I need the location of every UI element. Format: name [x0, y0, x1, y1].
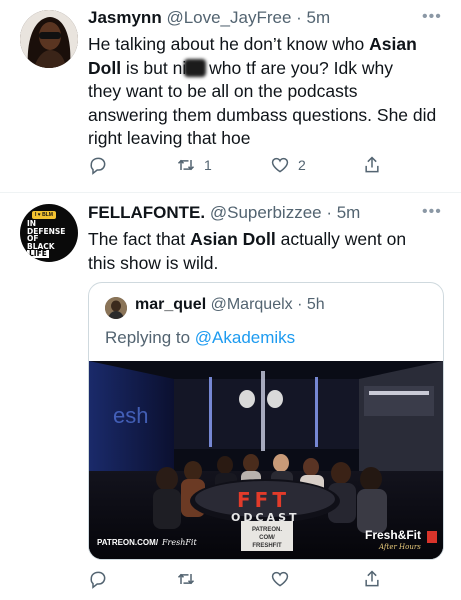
sign-line-3: FRESHFIT — [252, 543, 282, 549]
censor-scribble — [184, 58, 207, 77]
display-name[interactable]: Jasmynn — [88, 8, 162, 27]
avatar[interactable]: I ♥ BLM IN DEFENSE OF BLACK LIFE — [20, 204, 78, 262]
timestamp[interactable]: 5m — [307, 8, 331, 27]
wall-logo-text: esh — [113, 403, 148, 428]
separator-dot: · — [291, 8, 307, 27]
reply-icon — [90, 157, 106, 175]
display-name[interactable]: FELLAFONTE. — [88, 203, 205, 222]
handle[interactable]: @Love_JayFree — [166, 8, 291, 27]
share-icon — [365, 570, 379, 587]
retweet-button[interactable]: 1 — [176, 153, 212, 177]
quote-header: mar_quel @Marquelx · 5h — [135, 296, 325, 314]
show-logo-sub: After Hours — [378, 543, 421, 551]
like-button[interactable]: 2 — [270, 153, 306, 177]
table-logo: FFT — [237, 488, 290, 512]
separator-dot: · — [321, 203, 337, 222]
quote-avatar[interactable] — [105, 297, 127, 319]
retweet-count: 1 — [204, 157, 212, 173]
avatar-text: IN DEFENSE OF BLACK LIFE — [27, 219, 66, 259]
heart-icon — [271, 571, 289, 587]
timestamp[interactable]: 5m — [337, 203, 361, 222]
sign-line-1: PATREON. — [252, 527, 282, 533]
tweet-actions: 1 2 — [88, 153, 418, 177]
avatar-badge: I ♥ BLM — [32, 211, 56, 219]
retweet-icon — [177, 159, 195, 171]
like-count: 2 — [298, 157, 306, 173]
reply-button[interactable] — [88, 567, 108, 591]
handle[interactable]: @Superbizzee — [210, 203, 322, 222]
podcast-studio-scene: esh FFT ODCAST PATREON. COM/ FRESHFIT PA… — [89, 361, 443, 559]
tweet-header: FELLAFONTE. @Superbizzee · 5m — [88, 203, 360, 223]
more-options-icon[interactable]: ••• — [422, 203, 442, 221]
replying-to: Replying to @Akademiks — [105, 328, 296, 347]
video-thumbnail[interactable]: esh FFT ODCAST PATREON. COM/ FRESHFIT PA… — [89, 361, 443, 559]
retweet-icon — [177, 573, 195, 585]
tweet-actions — [88, 567, 418, 591]
share-button[interactable] — [362, 567, 382, 591]
share-icon — [365, 156, 379, 173]
more-options-icon[interactable]: ••• — [422, 8, 442, 26]
heart-icon — [271, 157, 289, 173]
avatar-photo — [20, 10, 78, 68]
tweet-text: He talking about he don’t know who Asian… — [88, 34, 437, 148]
show-logo: Fresh&Fit — [365, 528, 421, 542]
mention-link[interactable]: @Akademiks — [195, 328, 295, 347]
quote-handle[interactable]: @Marquelx — [211, 296, 293, 313]
tweet-header: Jasmynn @Love_JayFree · 5m — [88, 8, 330, 28]
reply-button[interactable] — [88, 153, 108, 177]
sign-line-2: COM/ — [259, 535, 275, 541]
separator-dot: · — [292, 296, 307, 313]
avatar-photo — [105, 297, 127, 319]
tweet-jasmynn[interactable]: Jasmynn @Love_JayFree · 5m ••• He talkin… — [0, 0, 461, 192]
retweet-button[interactable] — [176, 567, 196, 591]
share-button[interactable] — [362, 153, 382, 177]
tweet-fellafonte[interactable]: I ♥ BLM IN DEFENSE OF BLACK LIFE FELLAFO… — [0, 193, 461, 600]
reply-icon — [90, 571, 106, 589]
avatar[interactable] — [20, 10, 78, 68]
like-button[interactable] — [270, 567, 290, 591]
watermark-left: PATREON.COM/ — [97, 538, 159, 547]
tweet-text: The fact that Asian Doll actually went o… — [88, 229, 407, 273]
quote-timestamp[interactable]: 5h — [307, 296, 325, 313]
quote-display-name[interactable]: mar_quel — [135, 296, 206, 313]
quoted-tweet[interactable]: mar_quel @Marquelx · 5h Replying to @Aka… — [88, 282, 444, 560]
watermark-left-script: FreshFit — [161, 538, 197, 547]
